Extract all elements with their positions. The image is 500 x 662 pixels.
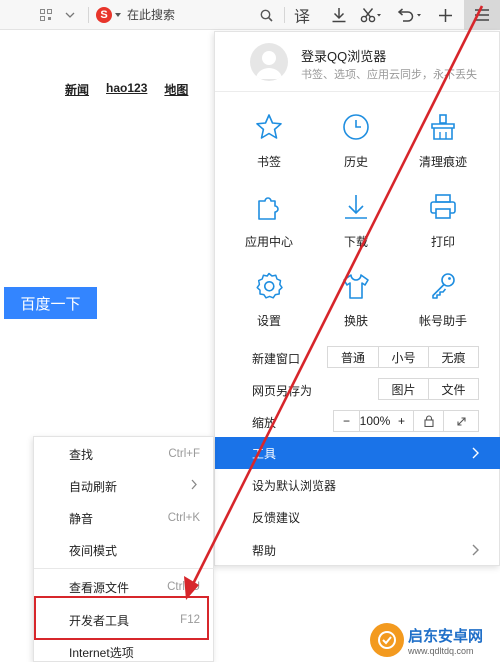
submenu-label: 夜间模式 (69, 543, 118, 558)
new-window-incognito-button[interactable]: 无痕 (429, 347, 478, 367)
login-subtitle: 书签、选项、应用云同步，永不丢失 (301, 69, 477, 81)
save-as-file-button[interactable]: 文件 (429, 379, 478, 399)
chevron-down-icon[interactable] (62, 0, 78, 30)
search-input[interactable] (127, 8, 247, 22)
menu-help[interactable]: 帮助 (215, 534, 500, 566)
browser-main-menu: 登录QQ浏览器 书签、选项、应用云同步，永不丢失 书签 历史 清理痕迹 应用中心… (214, 31, 500, 566)
zoom-out-button[interactable]: − (334, 411, 360, 431)
undo-icon[interactable] (394, 0, 426, 30)
submenu-label: 自动刷新 (69, 479, 118, 494)
toolbar-separator (284, 7, 285, 23)
zoom-controls: − 100% + (333, 410, 479, 432)
lock-icon[interactable] (414, 411, 444, 431)
menu-print[interactable]: 打印 (398, 189, 488, 250)
zoom-in-button[interactable]: + (390, 411, 414, 431)
login-title[interactable]: 登录QQ浏览器 (301, 46, 386, 65)
watermark-url: www.qdltdq.com (408, 645, 474, 656)
avatar[interactable] (250, 43, 288, 81)
submenu-auto-refresh[interactable]: 自动刷新 (34, 470, 214, 502)
baidu-search-button[interactable]: 百度一下 (4, 287, 97, 319)
qr-icon[interactable] (36, 0, 56, 30)
menu-feedback[interactable]: 反馈建议 (215, 501, 500, 533)
zoom-value: 100% (359, 414, 391, 428)
chevron-right-icon (191, 479, 197, 493)
developer-tools-highlight-box (34, 596, 209, 640)
menu-item-label: 书签 (256, 155, 281, 169)
submenu-label: 静音 (69, 511, 94, 526)
shortcut-text: Ctrl+U (167, 581, 200, 593)
browser-toolbar: S 译 (0, 0, 500, 30)
menu-history[interactable]: 历史 (311, 109, 401, 170)
watermark-logo-icon (370, 623, 404, 657)
new-window-label: 新建窗口 (252, 352, 301, 366)
new-window-normal-button[interactable]: 普通 (328, 347, 379, 367)
new-window-small-button[interactable]: 小号 (379, 347, 429, 367)
link-news[interactable]: 新闻 (65, 81, 89, 98)
submenu-label: 查看源文件 (69, 580, 130, 595)
menu-bookmarks[interactable]: 书签 (224, 109, 314, 170)
search-icon[interactable] (256, 0, 276, 30)
menu-row-label: 帮助 (252, 543, 277, 558)
key-icon (398, 268, 488, 304)
submenu-find[interactable]: 查找 Ctrl+F (34, 438, 214, 470)
search-box[interactable]: S (96, 4, 280, 26)
menu-item-label: 历史 (343, 155, 368, 169)
login-section[interactable]: 登录QQ浏览器 书签、选项、应用云同步，永不丢失 (215, 32, 500, 92)
download-icon[interactable] (328, 0, 350, 30)
menu-item-label: 换肤 (343, 314, 368, 328)
fullscreen-icon[interactable] (444, 411, 478, 431)
shortcut-text: Ctrl+F (168, 448, 200, 460)
menu-item-label: 帐号助手 (418, 314, 467, 328)
menu-skin[interactable]: 换肤 (311, 268, 401, 329)
chevron-right-icon (472, 447, 479, 462)
menu-set-default-browser[interactable]: 设为默认浏览器 (215, 469, 500, 501)
shortcut-text: Ctrl+K (167, 512, 200, 524)
submenu-label: Internet选项 (69, 645, 134, 660)
menu-icon[interactable] (464, 0, 500, 30)
watermark: 启东安卓网 www.qdltdq.com (370, 618, 500, 662)
menu-row-label: 设为默认浏览器 (252, 478, 337, 493)
submenu-night-mode[interactable]: 夜间模式 (34, 534, 214, 566)
translate-button[interactable]: 译 (290, 0, 314, 30)
menu-tools[interactable]: 工具 (215, 437, 500, 469)
save-page-label: 网页另存为 (252, 384, 313, 398)
menu-item-label: 设置 (256, 314, 281, 328)
menu-item-label: 下载 (343, 235, 368, 249)
top-links: 新闻 hao123 地图 (65, 81, 188, 98)
link-map[interactable]: 地图 (164, 81, 188, 98)
menu-row-label: 工具 (252, 446, 277, 461)
scissors-icon[interactable] (358, 0, 384, 30)
save-page-options: 图片 文件 (378, 378, 479, 400)
gear-icon (224, 268, 314, 304)
clock-icon (311, 109, 401, 145)
save-as-image-button[interactable]: 图片 (379, 379, 429, 399)
toolbar-separator (88, 7, 89, 23)
submenu-divider (34, 568, 214, 569)
tshirt-icon (311, 268, 401, 304)
menu-clear-traces[interactable]: 清理痕迹 (398, 109, 488, 170)
menu-app-center[interactable]: 应用中心 (224, 189, 314, 250)
zoom-label: 缩放 (252, 416, 277, 430)
search-engine-caret-icon[interactable] (115, 13, 121, 17)
search-engine-logo[interactable]: S (96, 7, 112, 23)
chevron-right-icon (472, 544, 479, 559)
menu-item-label: 应用中心 (244, 235, 293, 249)
menu-downloads[interactable]: 下载 (311, 189, 401, 250)
menu-item-label: 打印 (430, 235, 455, 249)
menu-row-label: 反馈建议 (252, 510, 301, 525)
puzzle-icon (224, 189, 314, 225)
submenu-mute[interactable]: 静音 Ctrl+K (34, 502, 214, 534)
link-hao123[interactable]: hao123 (106, 81, 147, 98)
plus-icon[interactable] (434, 0, 456, 30)
menu-account-assistant[interactable]: 帐号助手 (398, 268, 488, 329)
broom-icon (398, 109, 488, 145)
star-icon (224, 109, 314, 145)
menu-settings[interactable]: 设置 (224, 268, 314, 329)
submenu-label: 查找 (69, 447, 94, 462)
download-icon (311, 189, 401, 225)
printer-icon (398, 189, 488, 225)
watermark-title: 启东安卓网 (408, 627, 484, 645)
menu-item-label: 清理痕迹 (418, 155, 467, 169)
new-window-options: 普通 小号 无痕 (327, 346, 479, 368)
